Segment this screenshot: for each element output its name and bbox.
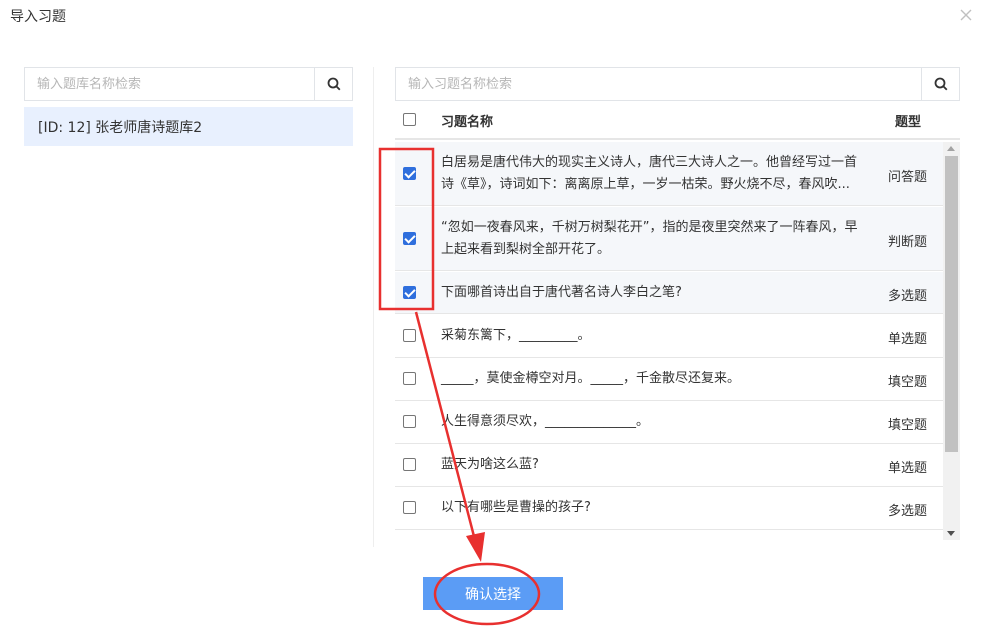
scroll-down-arrow-icon[interactable]: [947, 531, 955, 536]
confirm-selection-button[interactable]: 确认选择: [423, 577, 563, 610]
question-name: 下面哪首诗出自于唐代著名诗人李白之笔?: [441, 285, 682, 300]
table-row[interactable]: 蓝天为啥这么蓝? 单选题: [395, 444, 943, 487]
search-icon: [327, 77, 340, 91]
table-row[interactable]: 采菊东篱下，_________。 单选题: [395, 315, 943, 358]
question-type: 多选题: [888, 289, 928, 304]
row-checkbox[interactable]: [403, 286, 416, 299]
scroll-thumb[interactable]: [945, 156, 958, 452]
question-list-scrollbar[interactable]: [943, 142, 960, 540]
question-name: 白居易是唐代伟大的现实主义诗人，唐代三大诗人之一。他曾经写过一首诗《草》，诗词如…: [441, 155, 858, 192]
table-row[interactable]: 白居易是唐代伟大的现实主义诗人，唐代三大诗人之一。他曾经写过一首诗《草》，诗词如…: [395, 142, 943, 206]
row-checkbox[interactable]: [403, 167, 416, 180]
bank-item-label: [ID: 12] 张老师唐诗题库2: [38, 119, 203, 136]
bank-search-box: [24, 67, 353, 101]
question-type: 填空题: [888, 375, 928, 390]
question-name: _____，莫使金樽空对月。_____，千金散尽还复来。: [441, 371, 741, 386]
header-question-type: 题型: [895, 114, 922, 130]
dialog-title: 导入习题: [10, 9, 66, 25]
scroll-up-arrow-icon[interactable]: [947, 146, 955, 151]
table-row[interactable]: “忽如一夜春风来，千树万树梨花开”，指的是夜里突然来了一阵春风，早上起来看到梨树…: [395, 207, 943, 271]
question-search-input[interactable]: [396, 68, 921, 100]
row-checkbox[interactable]: [403, 329, 416, 342]
row-checkbox[interactable]: [403, 232, 416, 245]
search-icon: [934, 77, 947, 91]
row-checkbox[interactable]: [403, 415, 416, 428]
bank-search-input[interactable]: [25, 68, 314, 100]
bank-list-item[interactable]: [ID: 12] 张老师唐诗题库2: [24, 107, 353, 146]
question-name: 采菊东篱下，_________。: [441, 328, 591, 343]
bank-search-button[interactable]: [314, 68, 352, 100]
question-type: 填空题: [888, 418, 928, 433]
header-question-name: 习题名称: [441, 114, 494, 130]
question-type: 问答题: [888, 170, 928, 185]
question-name: 蓝天为啥这么蓝?: [441, 457, 539, 472]
table-row[interactable]: 人生得意须尽欢，______________。 填空题: [395, 401, 943, 444]
close-button[interactable]: [959, 8, 973, 22]
question-type: 多选题: [888, 504, 928, 519]
row-checkbox[interactable]: [403, 458, 416, 471]
question-search-box: [395, 67, 960, 101]
question-type: 单选题: [888, 461, 928, 476]
question-name: 人生得意须尽欢，______________。: [441, 414, 650, 429]
question-name: “忽如一夜春风来，千树万树梨花开”，指的是夜里突然来了一阵春风，早上起来看到梨树…: [441, 220, 858, 257]
table-row[interactable]: 下面哪首诗出自于唐代著名诗人李白之笔? 多选题: [395, 272, 943, 314]
select-all-checkbox[interactable]: [403, 113, 416, 126]
question-type: 判断题: [888, 235, 928, 250]
question-list: 白居易是唐代伟大的现实主义诗人，唐代三大诗人之一。他曾经写过一首诗《草》，诗词如…: [395, 142, 943, 540]
question-name: 以下有哪些是曹操的孩子?: [441, 500, 591, 515]
question-search-button[interactable]: [921, 68, 959, 100]
question-type: 单选题: [888, 332, 928, 347]
table-row[interactable]: _____，莫使金樽空对月。_____，千金散尽还复来。 填空题: [395, 358, 943, 401]
close-icon: [960, 9, 972, 21]
row-checkbox[interactable]: [403, 372, 416, 385]
question-table-header: 习题名称 题型: [395, 102, 960, 140]
row-checkbox[interactable]: [403, 501, 416, 514]
panel-divider: [373, 67, 374, 547]
table-row[interactable]: 以下有哪些是曹操的孩子? 多选题: [395, 487, 943, 530]
